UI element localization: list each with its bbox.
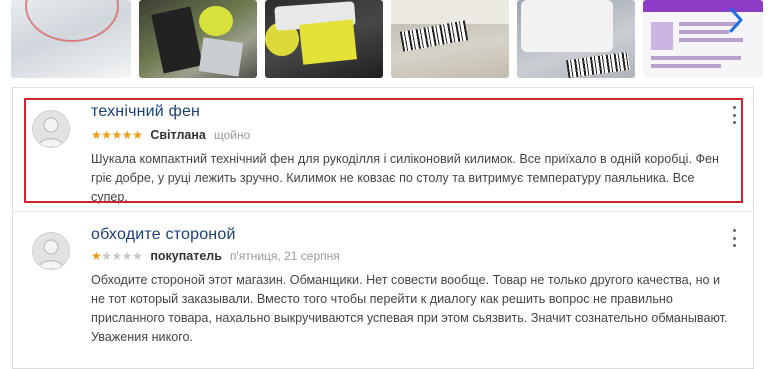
more-dots-icon: [732, 244, 736, 247]
user-avatar-icon: [33, 233, 69, 269]
star-empty-icon: ★: [121, 249, 133, 263]
star-filled-icon: ★: [91, 249, 102, 263]
gallery-photo[interactable]: [265, 0, 383, 78]
chevron-right-icon: [729, 7, 743, 33]
gallery-photo[interactable]: [517, 0, 635, 78]
review-date: п'ятниця, 21 серпня: [229, 249, 340, 263]
review-author[interactable]: покупатель: [150, 249, 222, 263]
gallery-photo[interactable]: [11, 0, 131, 78]
avatar: [32, 232, 70, 270]
rating-stars: ★★★★★: [91, 248, 143, 264]
review-highlight-frame: [24, 98, 743, 203]
review-divider: [12, 211, 752, 212]
gallery-photo[interactable]: [391, 0, 509, 78]
review-text: Обходите стороной этот магазин. Обманщик…: [91, 273, 728, 344]
star-empty-icon: ★: [132, 249, 143, 263]
more-options-button[interactable]: [729, 229, 739, 247]
gallery-photo[interactable]: [139, 0, 257, 78]
star-empty-icon: ★: [101, 249, 112, 263]
star-empty-icon: ★: [111, 249, 123, 263]
gallery-next-button[interactable]: [722, 0, 750, 40]
more-dots-icon: [732, 236, 736, 240]
review-title: обходите стороной: [91, 226, 236, 243]
photo-gallery: [0, 0, 768, 84]
more-dots-icon: [732, 229, 736, 232]
review-meta: ★★★★★ покупатель п'ятниця, 21 серпня: [91, 248, 340, 264]
